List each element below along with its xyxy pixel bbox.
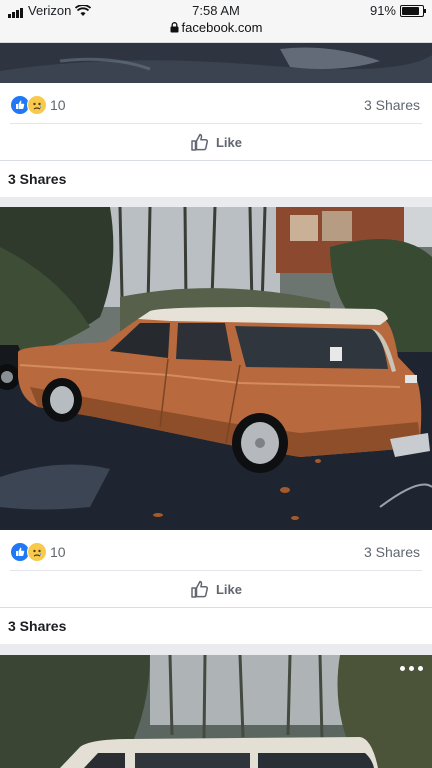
like-button[interactable]: Like [0,124,432,160]
post-footer-1: 10 3 Shares Like 3 Shares [0,83,432,197]
post-photo-2[interactable] [0,207,432,530]
share-count-link[interactable]: 3 Shares [364,97,420,113]
share-count-link[interactable]: 3 Shares [364,544,420,560]
wet-pavement-image [0,43,432,83]
reactions-summary[interactable]: 10 3 Shares [0,85,432,123]
post-photo-1[interactable] [0,43,432,83]
lock-icon [170,22,179,33]
orange-station-wagon-image [0,207,432,530]
thumbs-up-icon [191,133,209,151]
post-footer-2: 10 3 Shares Like 3 Shares [0,530,432,644]
section-separator [0,160,432,161]
sad-reaction-icon [27,542,47,562]
battery-percent: 91% [369,3,396,18]
shares-heading[interactable]: 3 Shares [8,171,66,187]
reactions-summary[interactable]: 10 3 Shares [0,532,432,570]
shares-heading[interactable]: 3 Shares [8,618,66,634]
like-label: Like [215,581,242,597]
post-photo-3[interactable] [0,655,432,768]
like-label: Like [215,134,242,150]
station-wagon-woods-image [0,655,432,768]
browser-status-bar: Verizon 7:58 AM facebook.com 91% [0,0,432,43]
reaction-count: 10 [50,544,66,560]
address-text: facebook.com [181,20,263,35]
battery-status: 91% [369,3,426,18]
address-bar[interactable]: facebook.com [0,20,432,35]
sad-reaction-icon [27,95,47,115]
like-button[interactable]: Like [0,571,432,607]
more-options-icon[interactable] [400,660,426,676]
reaction-count: 10 [50,97,66,113]
thumbs-up-icon [191,580,209,598]
section-separator [0,607,432,608]
clock: 7:58 AM [192,3,240,18]
battery-icon [400,4,426,17]
